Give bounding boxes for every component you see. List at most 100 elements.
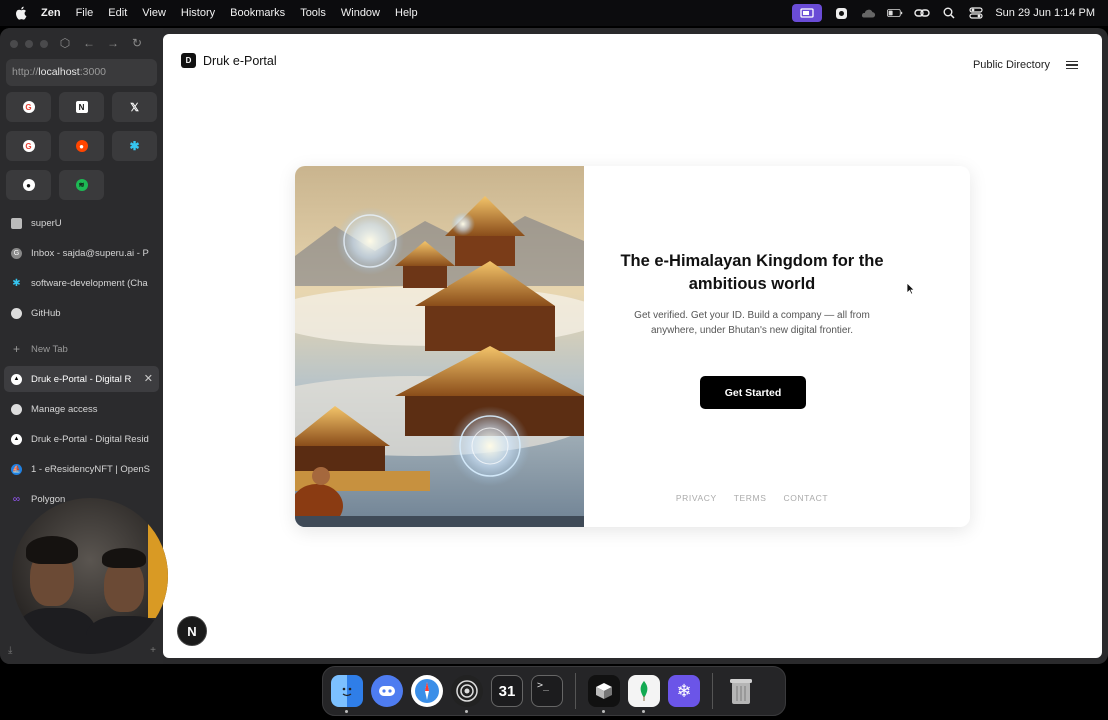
safari-icon[interactable] — [411, 675, 443, 707]
tab-label: software-development (Cha — [31, 277, 148, 289]
google-icon: G — [22, 101, 35, 113]
mongodb-icon[interactable] — [628, 675, 660, 713]
link-icon: ∞ — [12, 493, 21, 505]
trash-icon[interactable] — [725, 675, 757, 707]
tab-item[interactable]: ▲ Druk e-Portal - Digital Resid — [4, 426, 159, 452]
menu-bar: Zen File Edit View History Bookmarks Too… — [0, 0, 1108, 26]
apple-icon[interactable] — [13, 6, 29, 20]
calendar-date: 31 — [498, 682, 516, 700]
footer-links: PRIVACY TERMS CONTACT — [584, 493, 920, 503]
hero-card: The e-Himalayan Kingdom for the ambitiou… — [295, 166, 970, 527]
get-started-button[interactable]: Get Started — [700, 376, 806, 409]
tab-label: Druk e-Portal - Digital R — [31, 373, 132, 385]
pinned-tab-notion[interactable]: N — [59, 92, 104, 122]
dock-separator — [575, 673, 576, 709]
tab-label: Inbox - sajda@superu.ai - P — [31, 247, 149, 259]
cloud-icon[interactable] — [860, 6, 876, 20]
site-brand[interactable]: D Druk e-Portal — [181, 53, 277, 68]
close-window-button[interactable] — [10, 40, 18, 48]
new-tab-button[interactable]: + New Tab — [4, 336, 159, 362]
pinned-tab-spotify[interactable]: ≋ — [59, 170, 104, 200]
hero-headline: The e-Himalayan Kingdom for the ambitiou… — [620, 252, 884, 293]
menu-window[interactable]: Window — [341, 7, 380, 19]
spotify-icon: ≋ — [75, 179, 88, 191]
tab-item[interactable]: G Inbox - sajda@superu.ai - P — [4, 240, 159, 266]
url-scheme: http:// — [12, 66, 39, 78]
menu-help[interactable]: Help — [395, 7, 418, 19]
top-nav: Public Directory — [973, 59, 1078, 71]
brand-name: Druk e-Portal — [203, 53, 277, 68]
cube-app-icon[interactable] — [588, 675, 620, 713]
nextjs-dev-badge[interactable]: N — [177, 616, 207, 646]
github-icon — [11, 307, 22, 319]
pinned-tab-google-2[interactable]: G — [6, 131, 51, 161]
google-icon: G — [11, 247, 22, 259]
tab-item[interactable]: ⛵ 1 - eResidencyNFT | OpenS — [4, 456, 159, 482]
privacy-link[interactable]: PRIVACY — [676, 493, 717, 503]
app-status-icon[interactable] — [833, 6, 849, 20]
menu-file[interactable]: File — [76, 7, 94, 19]
tab-item-active[interactable]: ▲ Druk e-Portal - Digital R ✕ — [4, 366, 159, 392]
brand-logo: D — [181, 53, 196, 68]
hero-text-panel: The e-Himalayan Kingdom for the ambitiou… — [584, 166, 970, 527]
menu-history[interactable]: History — [181, 7, 215, 19]
pinned-tab-google[interactable]: G — [6, 92, 51, 122]
screen-share-icon[interactable] — [792, 4, 823, 22]
search-icon[interactable] — [941, 6, 957, 20]
menu-bookmarks[interactable]: Bookmarks — [230, 7, 285, 19]
notion-icon: N — [75, 101, 88, 113]
tab-item[interactable]: superU — [4, 210, 159, 236]
public-directory-link[interactable]: Public Directory — [973, 59, 1050, 71]
vercel-icon: ▲ — [11, 373, 22, 385]
pinned-tab-github[interactable]: ● — [6, 170, 51, 200]
tab-label: Manage access — [31, 403, 98, 415]
mouse-cursor-icon — [906, 282, 916, 300]
snowflake-app-icon[interactable]: ❄ — [668, 675, 700, 707]
tab-item[interactable]: Manage access — [4, 396, 159, 422]
discord-icon[interactable] — [371, 675, 403, 707]
url-port: :3000 — [79, 66, 106, 78]
reload-icon[interactable]: ↻ — [130, 36, 144, 50]
close-tab-icon[interactable]: ✕ — [144, 372, 153, 385]
menu-edit[interactable]: Edit — [108, 7, 127, 19]
page-viewport: D Druk e-Portal Public Directory The e-H… — [163, 34, 1102, 658]
reddit-icon: ● — [75, 140, 88, 152]
forward-arrow-icon[interactable]: → — [106, 36, 120, 50]
radar-icon[interactable] — [451, 675, 483, 713]
new-tab-label: New Tab — [31, 343, 68, 355]
github-icon — [11, 403, 22, 415]
contact-link[interactable]: CONTACT — [783, 493, 828, 503]
back-arrow-icon[interactable]: ← — [82, 36, 96, 50]
zoom-window-button[interactable] — [40, 40, 48, 48]
terminal-icon[interactable]: >_ — [531, 675, 563, 707]
video-call-bubble[interactable] — [12, 498, 168, 654]
tab-item[interactable]: GitHub — [4, 300, 159, 326]
menu-tools[interactable]: Tools — [300, 7, 326, 19]
pinned-tab-x[interactable]: 𝕏 — [112, 92, 157, 122]
download-icon[interactable]: ⤓ — [8, 645, 12, 656]
menu-view[interactable]: View — [142, 7, 166, 19]
pinned-tab-slack[interactable]: ✱ — [112, 131, 157, 161]
status-area: Sun 29 Jun 1:14 PM — [792, 0, 1095, 26]
slack-icon: ✱ — [129, 139, 140, 153]
clock[interactable]: Sun 29 Jun 1:14 PM — [995, 7, 1095, 19]
battery-icon[interactable] — [887, 6, 903, 20]
pinned-tab-reddit[interactable]: ● — [59, 131, 104, 161]
hamburger-menu-icon[interactable] — [1066, 60, 1078, 70]
terms-link[interactable]: TERMS — [734, 493, 767, 503]
dock-separator — [712, 673, 713, 709]
menu-app-name[interactable]: Zen — [41, 7, 61, 19]
tab-item[interactable]: ✱ software-development (Cha — [4, 270, 159, 296]
minimize-window-button[interactable] — [25, 40, 33, 48]
url-host: localhost — [38, 66, 80, 78]
github-icon: ● — [22, 179, 35, 191]
hero-subtext: Get verified. Get your ID. Build a compa… — [634, 310, 870, 336]
control-center-icon[interactable] — [968, 6, 984, 20]
shield-icon[interactable]: ⬡ — [58, 36, 72, 50]
address-bar[interactable]: http://localhost:3000 — [6, 59, 157, 86]
calendar-icon[interactable]: 31 — [491, 675, 523, 707]
finder-icon[interactable] — [331, 675, 363, 713]
pinned-tabs: G N 𝕏 G ● ✱ ● ≋ — [6, 92, 157, 200]
plus-icon: + — [12, 342, 20, 356]
link-status-icon[interactable] — [914, 6, 931, 20]
